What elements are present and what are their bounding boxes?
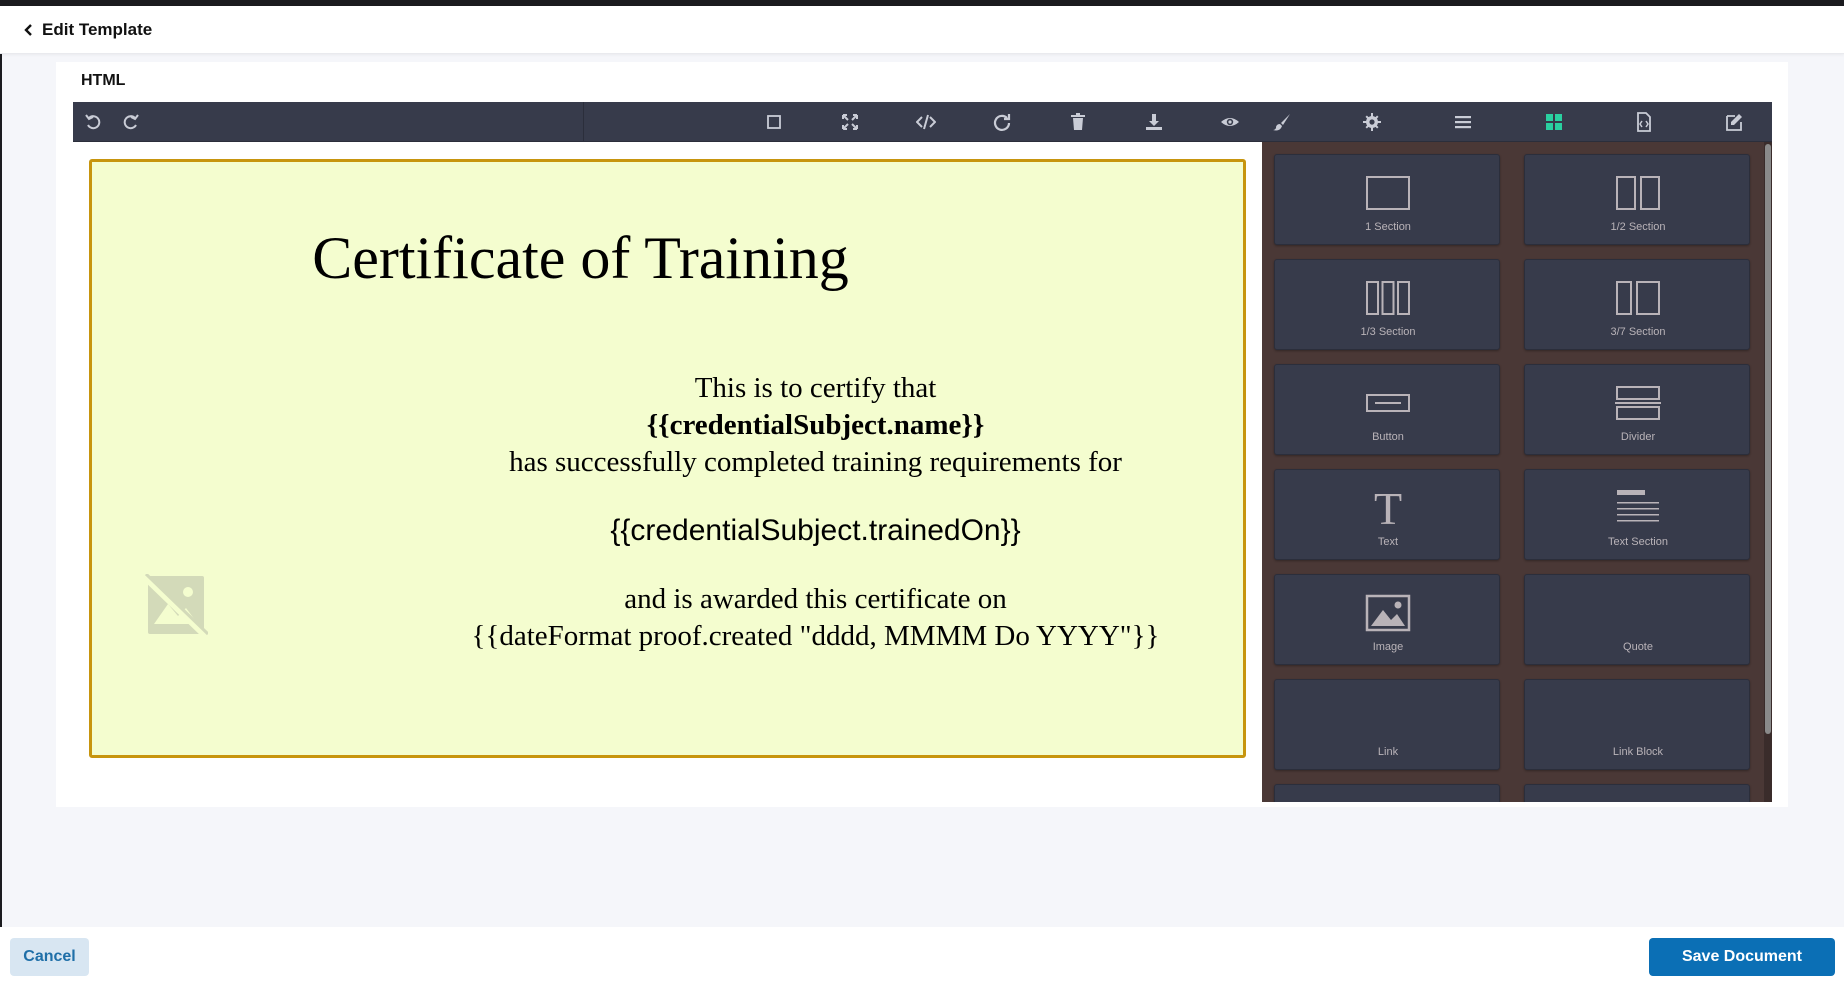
trained-on-variable: {{credentialSubject.trainedOn}} [610,514,1021,547]
code-button[interactable] [906,102,946,142]
sw-visibility-button[interactable] [754,102,794,142]
block-text-section[interactable]: Text Section [1524,469,1750,560]
certify-line: This is to certify that [694,372,937,404]
svg-text:T: T [1374,486,1402,530]
card-title: HTML [81,72,126,89]
text-section-icon [1617,490,1659,522]
date-variable: {{dateFormat proof.created "dddd, MMMM D… [471,620,1160,652]
block-label: Text Section [1608,536,1668,548]
fullscreen-icon [842,114,858,130]
one-section-icon [1366,176,1410,210]
button-block-icon [1366,394,1410,412]
fullscreen-button[interactable] [830,102,870,142]
block-quote[interactable]: Quote [1524,574,1750,665]
refresh-icon [993,114,1011,131]
panel-scrollbar[interactable] [1764,142,1772,802]
certificate-body: This is to certify that {{credentialSubj… [92,370,1249,655]
broken-image-icon [141,572,210,639]
html-file-icon [1637,112,1651,132]
block-link-block[interactable]: Link Block [1524,679,1750,770]
awarded-line: and is awarded this certificate on [624,583,1007,615]
import-button[interactable] [1624,102,1664,142]
block-text[interactable]: T Text [1274,469,1500,560]
undo-icon [85,114,101,130]
block-label: Button [1372,431,1404,443]
edit-icon [1726,114,1742,131]
third-section-icon [1366,281,1410,315]
name-variable: {{credentialSubject.name}} [646,409,985,441]
blocks-panel: 1 Section 1/2 Section 1/3 Section 3/7 Se… [1262,142,1772,802]
divider-block-icon [1615,386,1661,420]
block-partial[interactable] [1274,784,1500,802]
redo-button[interactable] [111,102,151,142]
block-divider[interactable]: Divider [1524,364,1750,455]
block-label: Image [1372,641,1404,653]
editor-canvas: Certificate of Training This is to certi… [73,142,1262,802]
brush-icon [1273,114,1290,131]
block-label: 1/3 Section [1360,326,1416,338]
style-manager-button[interactable] [1262,102,1302,142]
block-one-section[interactable]: 1 Section [1274,154,1500,245]
layers-icon [1455,116,1471,129]
text-block-icon: T [1374,486,1402,530]
block-three-seven-section[interactable]: 3/7 Section [1524,259,1750,350]
certificate-title: Certificate of Training [312,225,849,291]
certificate-frame[interactable]: Certificate of Training This is to certi… [89,159,1246,758]
block-label: Link [1377,746,1399,758]
page-header: Edit Template [0,6,1844,54]
preview-button[interactable] [1210,102,1250,142]
block-button[interactable]: Button [1274,364,1500,455]
html-editor: Certificate of Training This is to certi… [73,102,1772,802]
completed-line: has successfully completed training requ… [509,446,1122,478]
block-half-section[interactable]: 1/2 Section [1524,154,1750,245]
block-label: Link Block [1612,746,1664,758]
edit-button[interactable] [1714,102,1754,142]
template-card: HTML Certificate of Training This is to … [56,62,1788,807]
gear-icon [1363,113,1381,131]
block-label: 1/2 Section [1610,221,1666,233]
settings-button[interactable] [1352,102,1392,142]
block-label: Text [1377,536,1399,548]
block-label: 1 Section [1365,221,1411,233]
blocks-button[interactable] [1534,102,1574,142]
code-icon [916,114,936,130]
block-image[interactable]: Image [1274,574,1500,665]
block-label: Quote [1623,641,1653,653]
page-footer: Cancel Save Document [0,927,1844,985]
refresh-button[interactable] [982,102,1022,142]
panel-toolbar [1262,102,1772,142]
redo-icon [123,114,139,130]
trash-icon [1071,113,1085,130]
panel-scroll-thumb[interactable] [1765,144,1771,734]
preview-icon [1221,118,1239,126]
block-partial[interactable] [1524,784,1750,802]
block-label: Divider [1620,431,1656,443]
block-label: 3/7 Section [1610,326,1666,338]
chevron-left-icon [24,23,32,36]
download-button[interactable] [1134,102,1174,142]
image-placeholder[interactable] [141,572,210,639]
three-seven-section-icon [1616,281,1660,315]
blocks-icon [1546,114,1562,130]
toolbar-separator [583,102,584,142]
undo-button[interactable] [73,102,113,142]
image-block-icon [1365,594,1411,632]
sw-visibility-icon [767,115,781,129]
trash-button[interactable] [1058,102,1098,142]
back-link[interactable]: Edit Template [24,20,152,40]
layers-button[interactable] [1443,102,1483,142]
back-link-label: Edit Template [42,19,153,39]
save-document-button[interactable]: Save Document [1649,938,1835,976]
cancel-button[interactable]: Cancel [10,938,89,976]
download-icon [1146,114,1162,130]
block-link[interactable]: Link [1274,679,1500,770]
editor-toolbar [73,102,1262,142]
block-third-section[interactable]: 1/3 Section [1274,259,1500,350]
left-edge [0,54,2,927]
half-section-icon [1616,176,1660,210]
